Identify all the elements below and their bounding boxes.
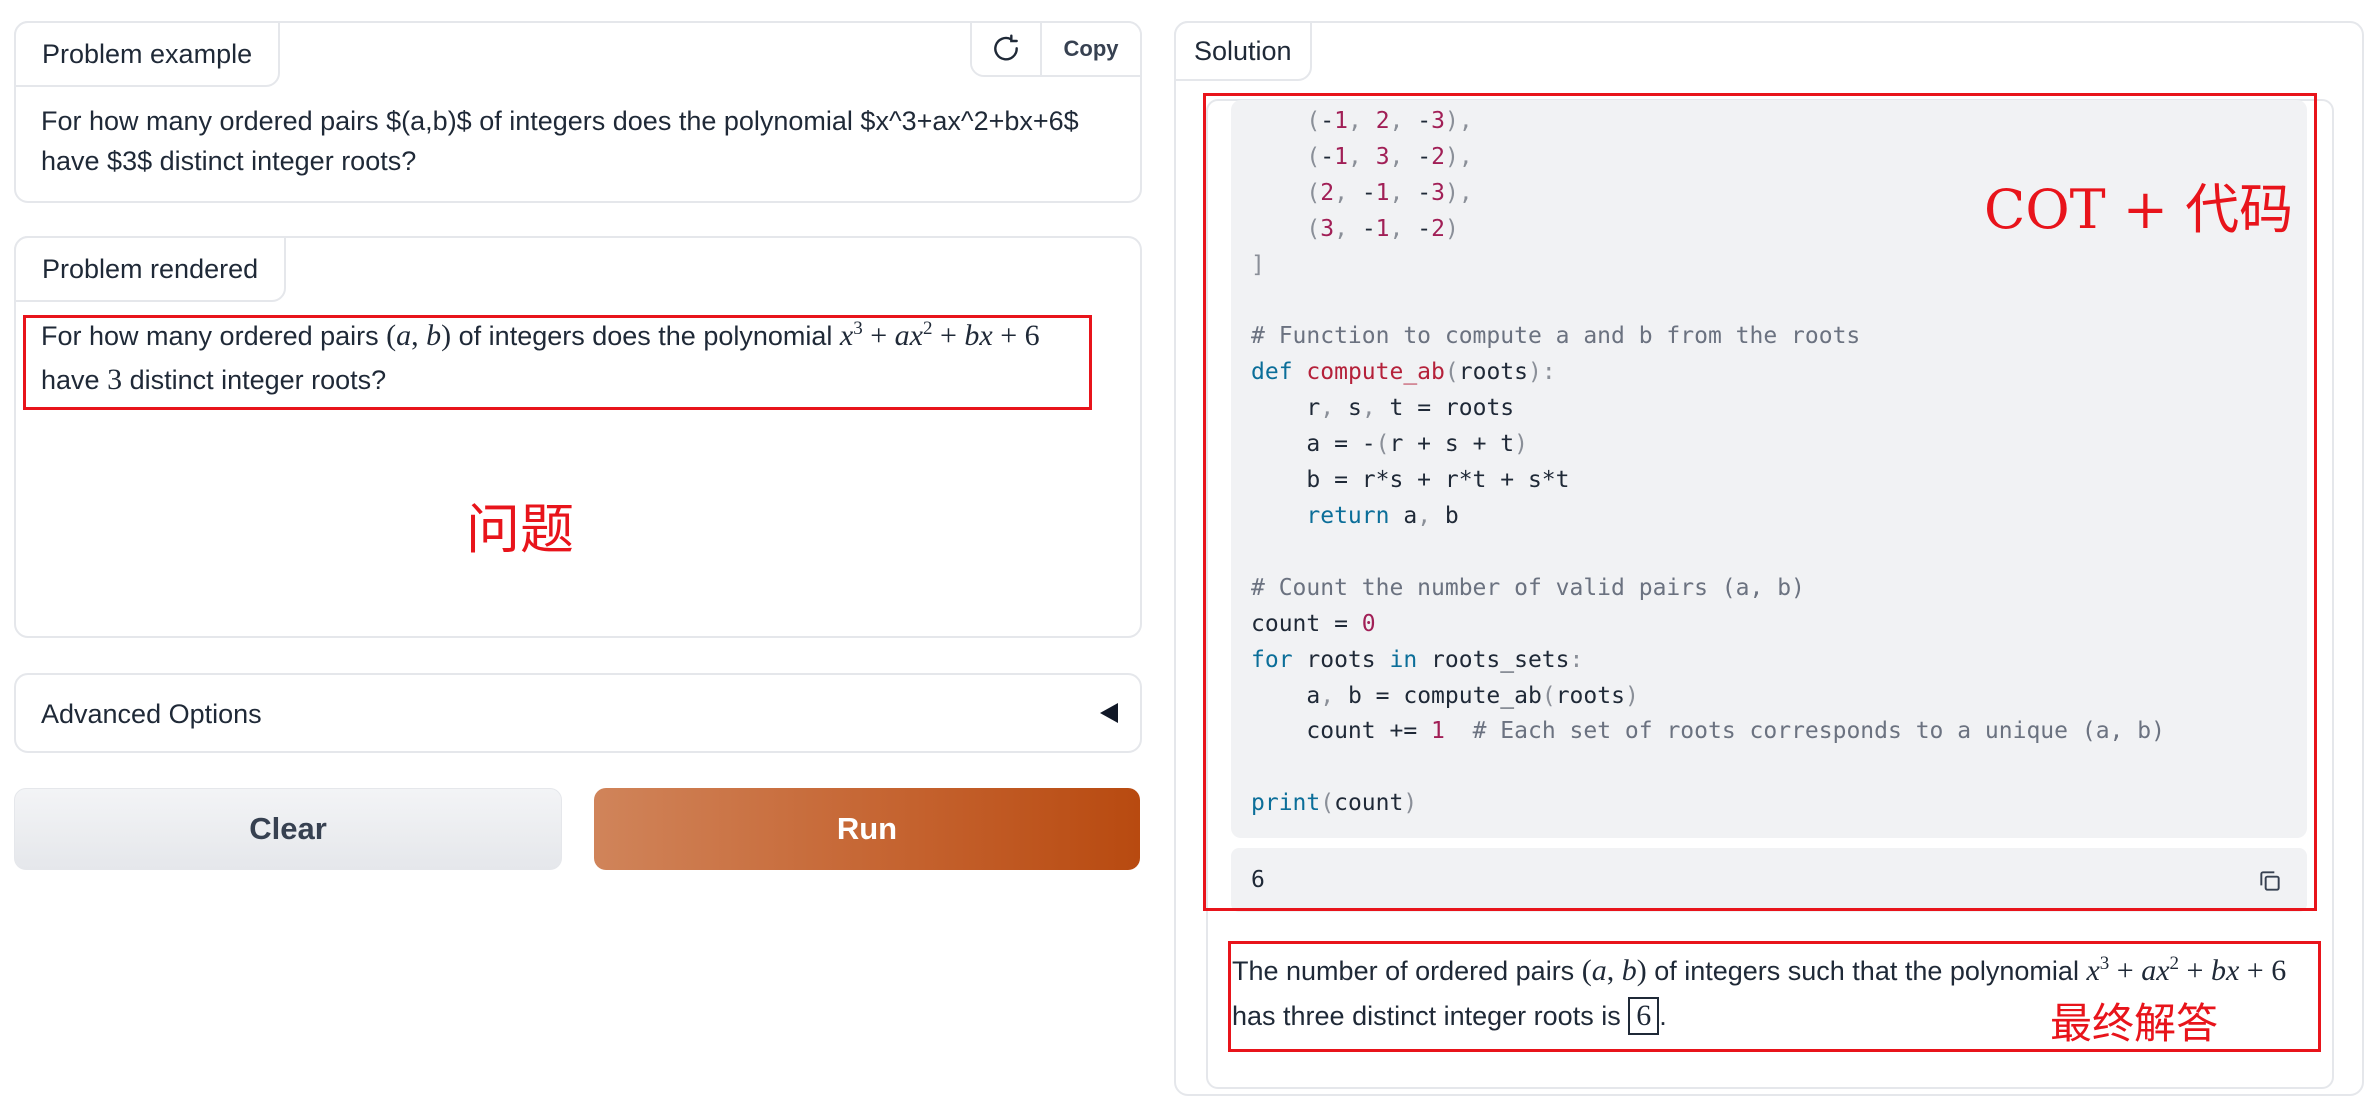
clear-button[interactable]: Clear: [14, 788, 562, 870]
problem-example-label: Problem example: [14, 21, 281, 87]
problem-example-text: For how many ordered pairs $(a,b)$ of in…: [41, 106, 1079, 176]
question-highlight-box: [23, 315, 1092, 410]
final-answer-annotation: 最终解答: [2050, 999, 2219, 1048]
advanced-options-accordion[interactable]: Advanced Options: [14, 673, 1142, 753]
refresh-icon: [994, 34, 1018, 61]
example-toolbar: Copy: [970, 21, 1142, 77]
refresh-button[interactable]: [972, 23, 1042, 75]
advanced-options-label: Advanced Options: [41, 699, 262, 729]
copy-button[interactable]: Copy: [1042, 23, 1140, 75]
problem-example-panel: Problem example Copy For how many ordere…: [14, 21, 1142, 203]
caret-left-icon[interactable]: [1100, 703, 1118, 723]
question-annotation: 问题: [466, 498, 574, 561]
cot-code-annotation: COT + 代码: [1984, 178, 2294, 241]
solution-label: Solution: [1174, 21, 1312, 81]
problem-rendered-panel: Problem rendered For how many ordered pa…: [14, 236, 1142, 638]
problem-rendered-label: Problem rendered: [14, 236, 287, 302]
run-button[interactable]: Run: [594, 788, 1140, 870]
